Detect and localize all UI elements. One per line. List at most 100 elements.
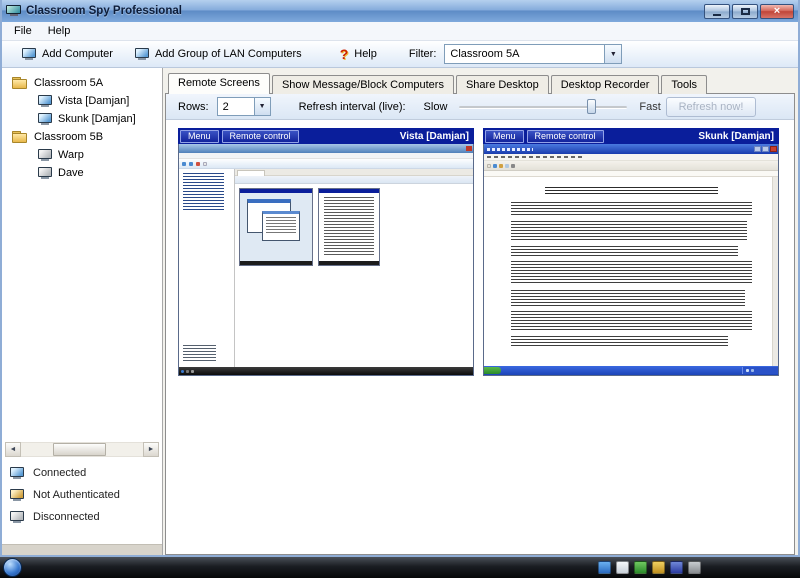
screen-thumbnail[interactable] [483,144,779,376]
scrollbar-track[interactable] [21,442,143,457]
tree-group-label: Classroom 5A [34,77,103,89]
close-icon: × [774,6,780,17]
tree-item-warp[interactable]: Warp [2,146,162,164]
help-button[interactable]: ? Help [332,43,385,65]
document-paragraph [511,261,752,285]
add-group-label: Add Group of LAN Computers [155,48,302,60]
mini-toolbar-icon [487,164,491,168]
remote-screen-skunk: Menu Remote control Skunk [Damjan] [483,128,779,376]
screen-thumbnail[interactable] [178,144,474,376]
mini-document-page [484,177,778,366]
tray-icon[interactable] [688,561,701,574]
help-label: Help [354,48,377,60]
document-paragraph [511,290,745,306]
document-paragraph [511,336,728,348]
tree-item-vista[interactable]: Vista [Damjan] [2,92,162,110]
mini-tray-icon [751,369,754,372]
scroll-right-icon[interactable]: ► [143,442,159,457]
add-computer-button[interactable]: Add Computer [14,45,121,63]
filter-dropdown-icon[interactable]: ▼ [604,45,621,63]
main-panel: Remote Screens Show Message/Block Comput… [163,68,798,555]
mini-toolbar [484,161,778,171]
scroll-left-icon[interactable]: ◄ [5,442,21,457]
mini-title-bar [179,144,473,153]
app-window: Classroom Spy Professional × File Help A… [0,0,800,557]
add-computer-icon [22,48,36,60]
remote-screen-vista: Menu Remote control Vista [Damjan] [178,128,474,376]
mini-text-lines [266,217,296,235]
filter-group: Filter: Classroom 5A ▼ [409,44,623,64]
app-icon-base [10,14,18,16]
rows-value: 2 [218,101,254,113]
app-icon [6,5,21,17]
mini-menu-bar [484,154,778,161]
slider-track[interactable] [459,106,627,109]
menu-file[interactable]: File [6,23,40,39]
tab-remote-screens[interactable]: Remote Screens [168,73,270,94]
tree-item-label: Warp [58,149,84,161]
mini-toolbar-icon [189,162,193,166]
tab-show-message-block[interactable]: Show Message/Block Computers [272,75,454,94]
tray-icon[interactable] [616,561,629,574]
tray-icon[interactable] [652,561,665,574]
filter-select[interactable]: Classroom 5A ▼ [444,44,622,64]
remote-control-button[interactable]: Remote control [527,130,604,143]
mini-toolbar-icon [511,164,515,168]
screen-computer-name: Vista [Damjan] [400,131,472,142]
rows-dropdown-icon[interactable]: ▼ [254,98,270,115]
mini-controls-bar [235,176,473,184]
minimize-button[interactable] [704,4,730,19]
mini-tree-text-lines [183,173,224,211]
screen-menu-button[interactable]: Menu [180,130,219,143]
refresh-interval-slider[interactable] [459,98,627,116]
menu-help[interactable]: Help [40,23,79,39]
folder-icon [12,77,28,89]
start-orb-icon[interactable] [3,558,22,577]
mini-tray-icon [746,369,749,372]
slider-thumb[interactable] [587,99,596,114]
remote-control-button[interactable]: Remote control [222,130,299,143]
computer-tree-panel: Classroom 5A Vista [Damjan] Skunk [Damja… [2,68,163,555]
mini-toolbar-icon [196,162,200,166]
title-bar[interactable]: Classroom Spy Professional × [2,0,798,22]
tree-group-classroom-5b[interactable]: Classroom 5B [2,128,162,146]
mini-toolbar-icon [203,162,207,166]
minimize-icon [713,14,721,16]
tab-strip: Remote Screens Show Message/Block Comput… [163,73,798,94]
close-button[interactable]: × [760,4,794,19]
maximize-button[interactable] [732,4,758,19]
mini-word-window [484,144,778,375]
mini-title-bar [484,144,778,154]
rows-combo[interactable]: 2 ▼ [217,97,271,116]
mini-screen-desktop [240,193,312,265]
refresh-now-button[interactable]: Refresh now! [666,97,756,117]
tab-share-desktop[interactable]: Share Desktop [456,75,549,94]
legend-label: Not Authenticated [33,489,120,501]
document-paragraph [511,246,738,256]
mini-toolbar [179,159,473,169]
tree-item-skunk[interactable]: Skunk [Damjan] [2,110,162,128]
tab-desktop-recorder[interactable]: Desktop Recorder [551,75,660,94]
fast-label: Fast [639,101,660,113]
mini-scrollbar [772,177,778,366]
legend-label: Connected [33,467,86,479]
computer-tree: Classroom 5A Vista [Damjan] Skunk [Damja… [2,68,162,440]
tree-item-dave[interactable]: Dave [2,164,162,182]
disconnected-status-icon [10,511,24,523]
filter-label: Filter: [409,48,437,60]
add-group-button[interactable]: Add Group of LAN Computers [127,45,310,63]
screen-menu-button[interactable]: Menu [485,130,524,143]
tray-icon[interactable] [634,561,647,574]
tree-group-classroom-5a[interactable]: Classroom 5A [2,74,162,92]
scrollbar-thumb[interactable] [53,443,107,456]
tray-icon[interactable] [598,561,611,574]
tree-horizontal-scrollbar[interactable]: ◄ ► [5,442,159,457]
mini-minimize-icon [754,146,761,152]
window-title: Classroom Spy Professional [26,5,182,17]
tab-tools[interactable]: Tools [661,75,707,94]
tray-icon[interactable] [670,561,683,574]
screen-header: Menu Remote control Skunk [Damjan] [483,128,779,144]
os-taskbar[interactable] [0,557,800,578]
app-icon-screen [6,5,21,14]
mini-start-button [484,367,501,374]
